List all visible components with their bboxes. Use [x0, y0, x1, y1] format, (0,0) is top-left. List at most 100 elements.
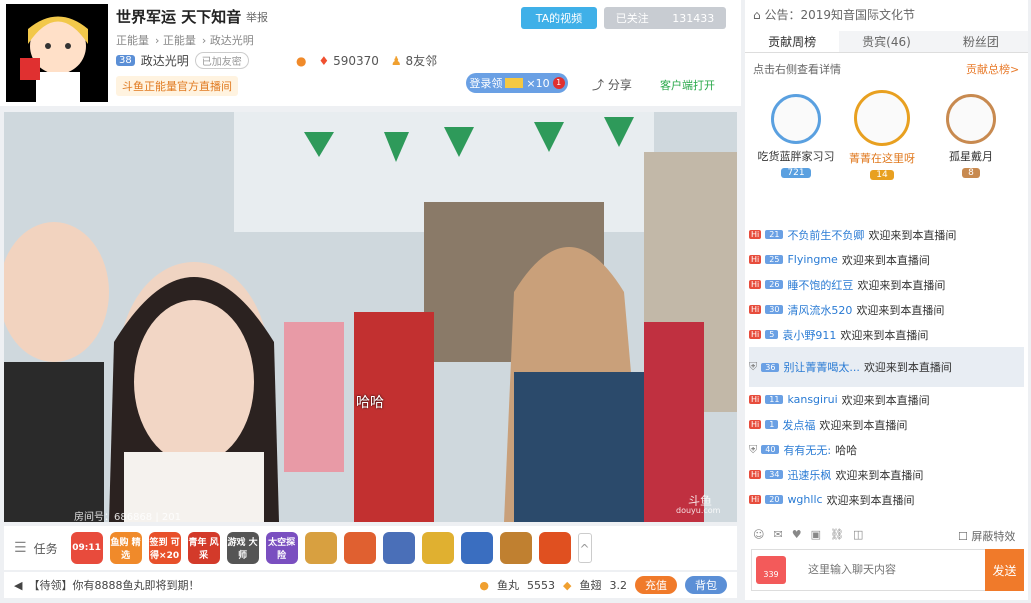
- fan-badge-icon[interactable]: ▣: [811, 528, 821, 541]
- chat-message-highlight[interactable]: ⛨ 36 别让菁菁喝太... 欢迎来到本直播间: [749, 347, 1024, 387]
- fishball-icon: ●: [479, 578, 490, 592]
- recharge-button[interactable]: 充值: [635, 576, 677, 594]
- hot-word-icon[interactable]: ♥: [792, 528, 802, 541]
- rocket-icon[interactable]: [343, 532, 376, 564]
- rank-name: 孤星戴月: [949, 150, 993, 163]
- mail-icon[interactable]: ✉: [773, 528, 782, 541]
- home-icon: ⌂: [753, 8, 761, 22]
- followed-label: 已关注: [615, 12, 649, 25]
- share-button[interactable]: ⤴ 分享: [592, 76, 632, 93]
- chat-message[interactable]: Hi 5 袁小野911 欢迎来到本直播间: [749, 322, 1024, 347]
- tag[interactable]: 正能量: [116, 34, 149, 47]
- fishbone-icon: ◆: [563, 578, 572, 592]
- chat-input[interactable]: [808, 554, 983, 586]
- login-gift-count: ×10: [526, 76, 550, 90]
- pending-notice[interactable]: 【待领】你有8888鱼丸即将到期！: [28, 577, 199, 593]
- anchor-avatar[interactable]: [6, 4, 108, 102]
- shield-icon: ⛨: [749, 442, 758, 456]
- video-caption: 哈哈: [356, 395, 384, 411]
- tab-fans[interactable]: 粉丝团: [934, 31, 1028, 52]
- contribution-tabs: 贡献周榜 贵宾(46) 粉丝团: [745, 31, 1028, 53]
- chat-list: Hi 21 不负前生不负卿 欢迎来到本直播间 Hi 25 Flyingme 欢迎来到本直播间…: [749, 222, 1024, 512]
- chat-message[interactable]: Hi 1 发点福 欢迎来到本直播间: [749, 412, 1024, 437]
- badge-gift-icon[interactable]: [538, 532, 571, 564]
- fishbone-count: 3.2: [609, 578, 628, 592]
- follower-count: 131433: [672, 11, 715, 25]
- helmet-icon[interactable]: [499, 532, 532, 564]
- official-tag: 斗鱼正能量官方直播间: [116, 76, 238, 96]
- tab-weekly[interactable]: 贡献周榜: [745, 31, 840, 52]
- chat-message[interactable]: Hi 34 迅速乐枫 欢迎来到本直播间: [749, 462, 1024, 487]
- rank-2[interactable]: 吃货蓝胖家习习 721: [755, 94, 837, 178]
- tab-vip[interactable]: 贵宾(46): [839, 31, 933, 52]
- send-button[interactable]: 发送: [985, 549, 1024, 591]
- chat-message[interactable]: ⛨ 40 有有无无: 哈哈: [749, 437, 1024, 462]
- fishbone-label: 鱼翅: [579, 579, 602, 592]
- video-frame: [4, 112, 737, 522]
- toolbar-item-youth-pride[interactable]: 青年 风采: [187, 532, 220, 564]
- chat-message[interactable]: Hi 21 不负前生不负卿 欢迎来到本直播间: [749, 222, 1024, 247]
- room-title: 世界军运 天下知音: [116, 8, 242, 26]
- toolbar-item-sign-in[interactable]: 签到 可得×20: [148, 532, 181, 564]
- contribution-total-link[interactable]: 贡献总榜>: [966, 61, 1019, 77]
- rank-name: 菁菁在这里呀: [849, 152, 915, 165]
- chat-message[interactable]: Hi 11 kansgirui 欢迎来到本直播间: [749, 387, 1024, 412]
- rank-hint: 点击右侧查看详情: [753, 63, 841, 76]
- fishball-count: 5553: [527, 578, 556, 592]
- user-level-chip[interactable]: 339: [756, 556, 786, 584]
- ta-video-button[interactable]: TA的视频: [521, 7, 597, 29]
- toolbar-item-space-explore[interactable]: 太空探险: [265, 532, 298, 564]
- toolbar-item-fishball-select[interactable]: 鱼购 精选: [109, 532, 142, 564]
- bottom-bar: ◀ 【待领】你有8888鱼丸即将到期！ ● 鱼丸 5553 ◆ 鱼翅 3.2 充…: [4, 572, 737, 598]
- rank-avatar[interactable]: [771, 94, 821, 144]
- report-link[interactable]: 举报: [246, 9, 268, 25]
- anchor-name[interactable]: 政达光明: [141, 52, 189, 69]
- task-icon[interactable]: ☰: [14, 540, 27, 556]
- rank-badge: 8: [962, 168, 980, 178]
- friends-count: 8友邻: [405, 54, 438, 68]
- announcement: ⌂ 公告：2019知音国际文化节: [753, 8, 915, 22]
- anchor-level-badge: 38: [116, 55, 135, 66]
- rank-3[interactable]: 孤星戴月 8: [930, 94, 1012, 178]
- fishball-label: 鱼丸: [497, 579, 520, 592]
- rank-1[interactable]: 菁菁在这里呀 14: [841, 90, 923, 180]
- gift-icon[interactable]: [304, 532, 337, 564]
- block-effects-toggle[interactable]: ☐ 屏蔽特效: [958, 528, 1015, 544]
- login-gift-label: 登录领: [469, 77, 503, 90]
- emoji-icon[interactable]: ☺: [753, 528, 764, 541]
- room-tags: 正能量 › 正能量 › 政达光明: [116, 34, 254, 47]
- chat-message[interactable]: Hi 26 睡不饱的红豆 欢迎来到本直播间: [749, 272, 1024, 297]
- hot-count: 590370: [333, 53, 379, 68]
- rank-avatar[interactable]: [854, 90, 910, 146]
- message-icon[interactable]: ●: [296, 54, 306, 68]
- follow-button[interactable]: 已关注 131433: [604, 7, 726, 29]
- tag[interactable]: 政达光明: [210, 34, 254, 47]
- chat-message[interactable]: Hi 25 Flyingme 欢迎来到本直播间: [749, 247, 1024, 272]
- share-icon: ⤴: [592, 78, 605, 92]
- speaker-icon[interactable]: ◀: [14, 579, 22, 592]
- tag[interactable]: 正能量: [163, 34, 196, 47]
- toolbar-item-game-mode[interactable]: 游戏 大师: [226, 532, 259, 564]
- chat-message[interactable]: Hi 20 wghllc 欢迎来到本直播间: [749, 487, 1024, 512]
- task-label[interactable]: 任务: [34, 540, 58, 557]
- expand-gifts-button[interactable]: ^: [577, 533, 592, 563]
- star-gift-icon[interactable]: [421, 532, 454, 564]
- shield-icon: ⛨: [749, 360, 758, 373]
- login-gift-badge: 1: [552, 77, 565, 89]
- add-friend-button[interactable]: 已加友密: [194, 52, 249, 69]
- toolbar-item-timer[interactable]: 09:11: [70, 532, 103, 564]
- chat-message[interactable]: Hi 30 清风流水520 欢迎来到本直播间: [749, 297, 1024, 322]
- client-open-link[interactable]: 客户端打开: [660, 77, 715, 93]
- planet-icon[interactable]: [460, 532, 493, 564]
- plane-icon[interactable]: [382, 532, 415, 564]
- screenshot-icon[interactable]: ◫: [853, 528, 863, 541]
- gift-toolbar: ☰ 任务 09:11 鱼购 精选 签到 可得×20 青年 风采 游戏 大师 太空…: [4, 526, 737, 570]
- live-video[interactable]: 哈哈 房间号：686868 | 201 斗鱼 douyu.com: [4, 112, 737, 522]
- backpack-button[interactable]: 背包: [685, 576, 727, 594]
- login-gift-button[interactable]: 登录领 ×10 1: [466, 73, 568, 93]
- link-icon[interactable]: ⛓: [830, 528, 844, 541]
- anchor-row: 38 政达光明 已加友密: [116, 52, 249, 69]
- rank-badge: 14: [870, 170, 894, 180]
- rank-avatar[interactable]: [946, 94, 996, 144]
- people-icon: ♟: [390, 54, 402, 68]
